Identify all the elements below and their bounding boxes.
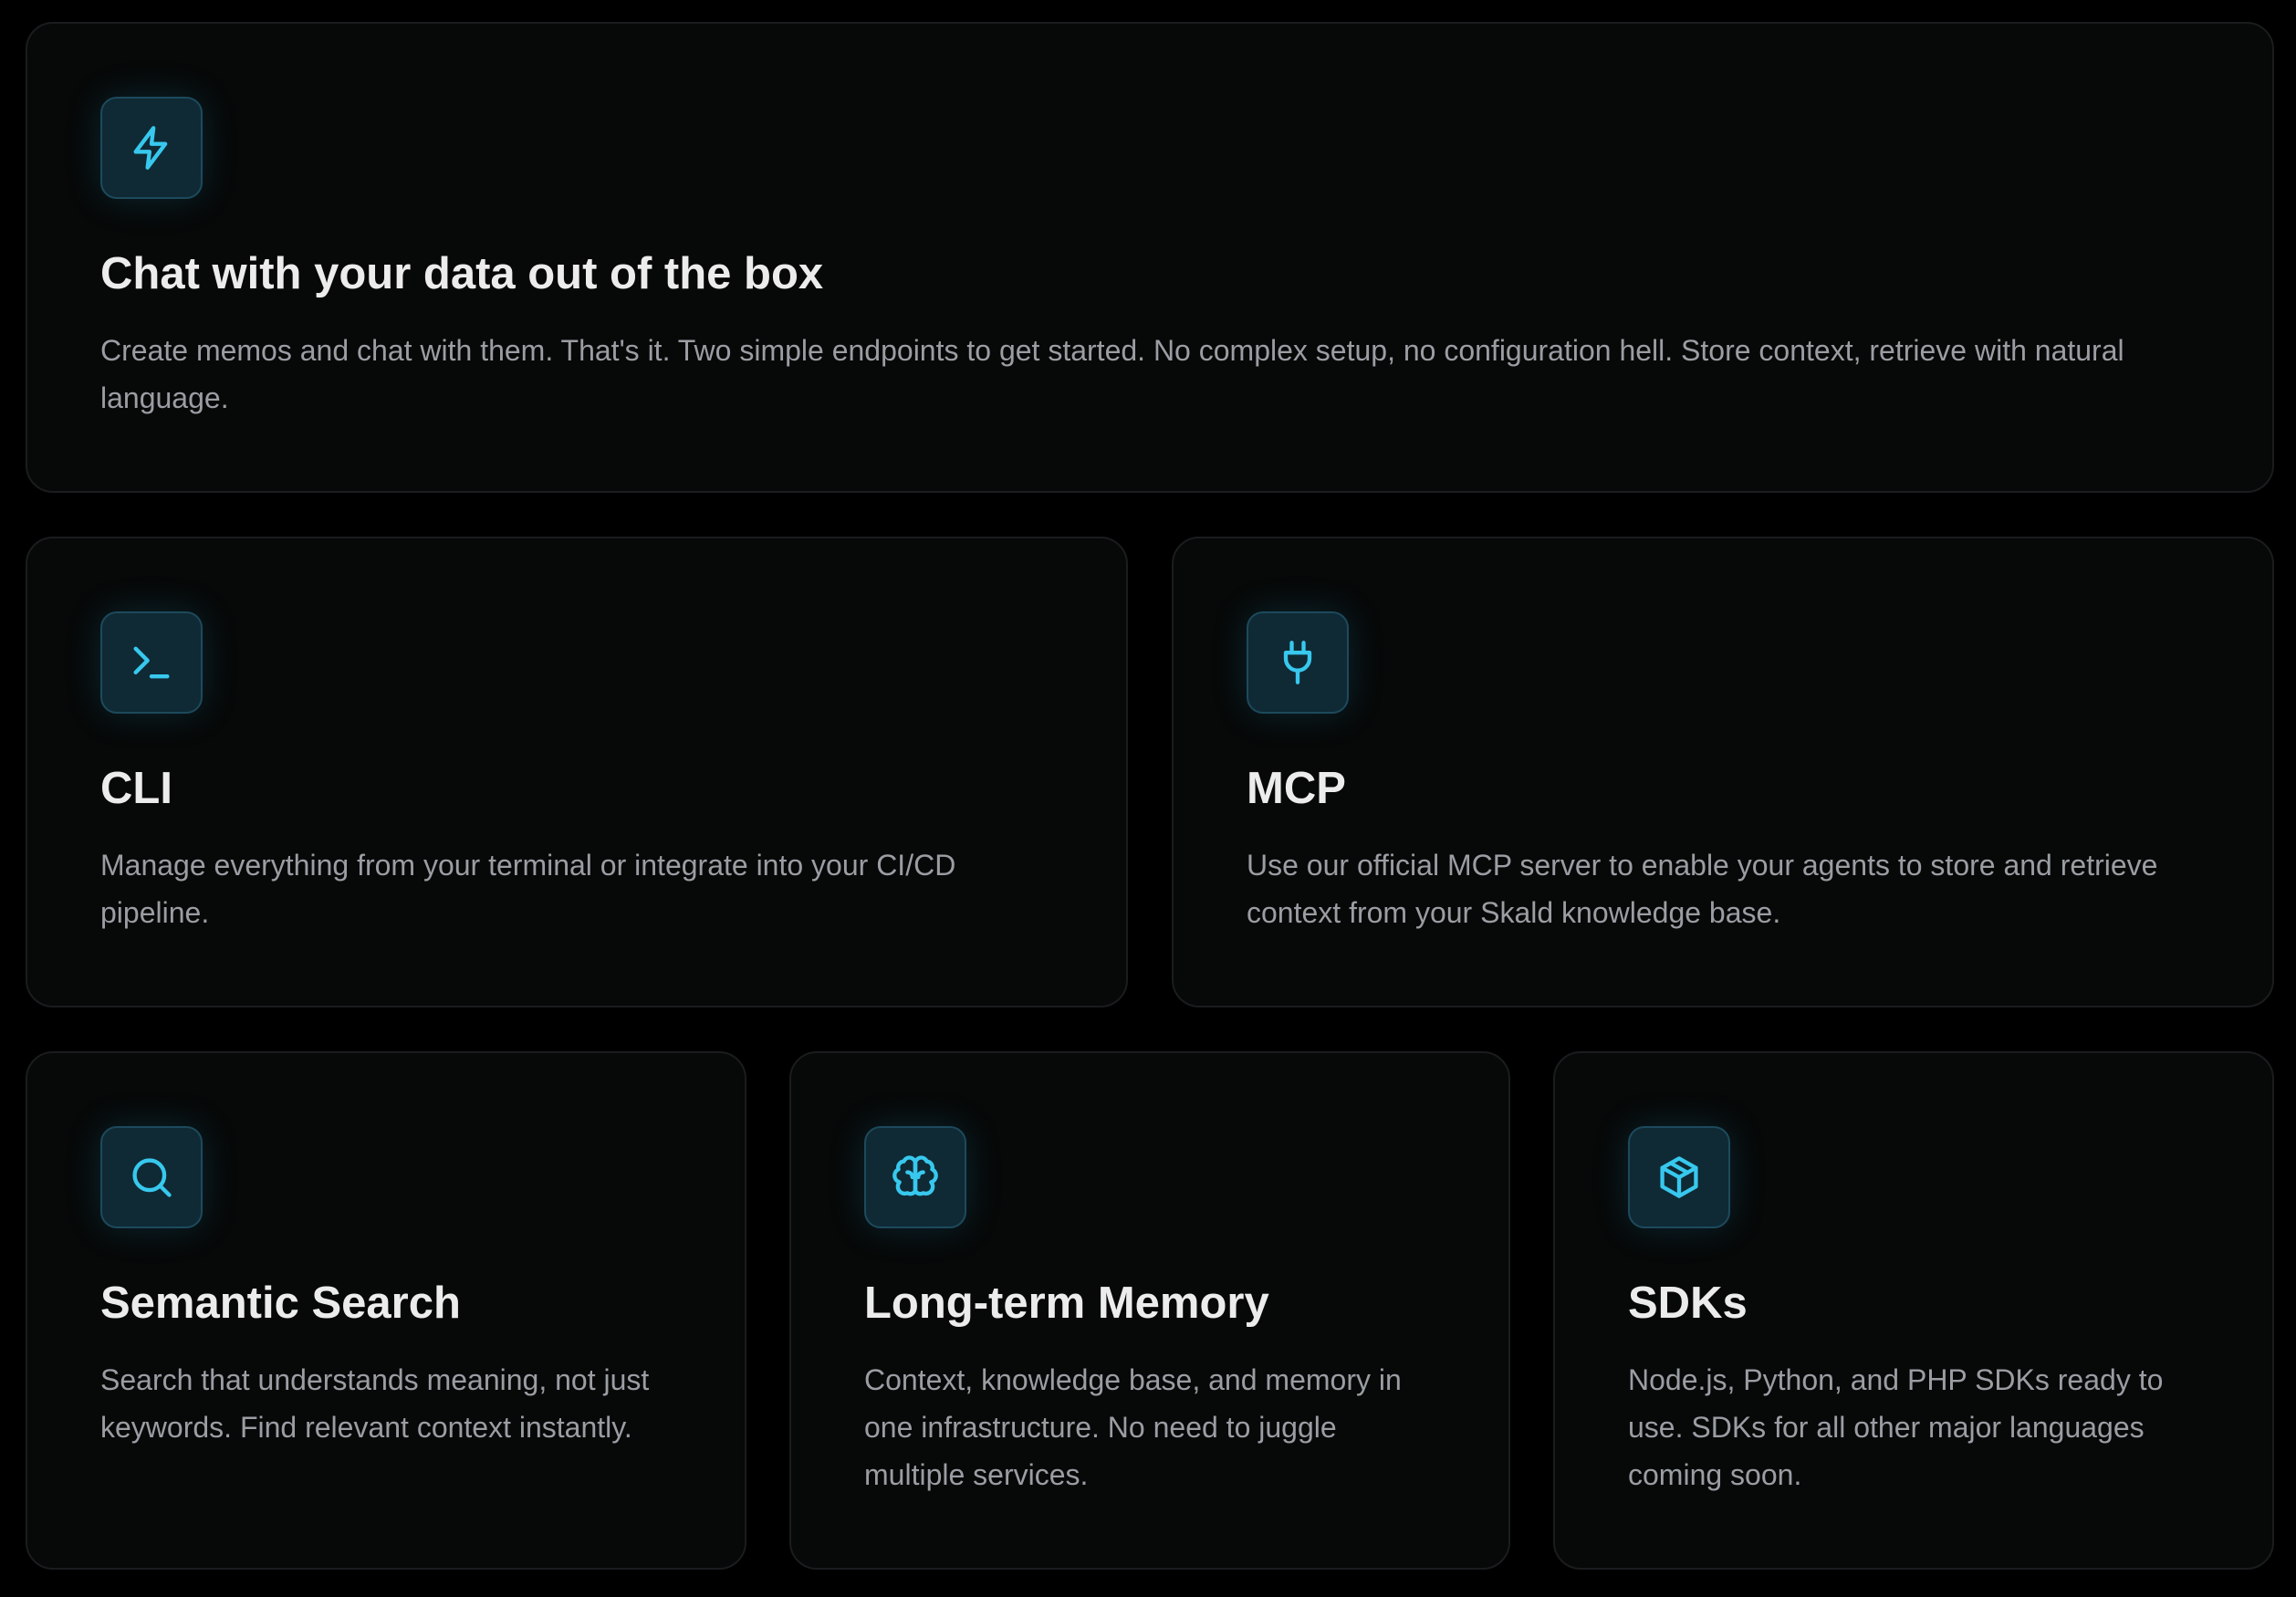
feature-title: Long-term Memory <box>864 1279 1269 1328</box>
terminal-icon <box>100 611 203 714</box>
feature-description: Manage everything from your terminal or … <box>100 849 956 929</box>
feature-title: Chat with your data out of the box <box>100 249 824 298</box>
feature-card-sdks: SDKs Node.js, Python, and PHP SDKs ready… <box>1553 1051 2274 1570</box>
features-grid: Chat with your data out of the box Creat… <box>0 0 2296 1597</box>
feature-card-mcp: MCP Use our official MCP server to enabl… <box>1172 537 2274 1007</box>
package-icon <box>1628 1126 1730 1228</box>
feature-title: SDKs <box>1628 1279 1748 1328</box>
feature-title: Semantic Search <box>100 1279 461 1328</box>
feature-title: MCP <box>1247 764 1346 813</box>
feature-title: CLI <box>100 764 172 813</box>
search-icon <box>100 1126 203 1228</box>
feature-card-long-term-memory: Long-term Memory Context, knowledge base… <box>789 1051 1510 1570</box>
plug-icon <box>1247 611 1349 714</box>
feature-description: Create memos and chat with them. That's … <box>100 334 2124 414</box>
feature-description: Context, knowledge base, and memory in o… <box>864 1363 1402 1491</box>
lightning-bolt-icon <box>100 97 203 199</box>
feature-card-chat: Chat with your data out of the box Creat… <box>26 22 2274 493</box>
feature-description: Node.js, Python, and PHP SDKs ready to u… <box>1628 1363 2164 1491</box>
brain-icon <box>864 1126 966 1228</box>
feature-card-cli: CLI Manage everything from your terminal… <box>26 537 1128 1007</box>
feature-card-semantic-search: Semantic Search Search that understands … <box>26 1051 746 1570</box>
feature-description: Use our official MCP server to enable yo… <box>1247 849 2158 929</box>
feature-description: Search that understands meaning, not jus… <box>100 1363 650 1444</box>
